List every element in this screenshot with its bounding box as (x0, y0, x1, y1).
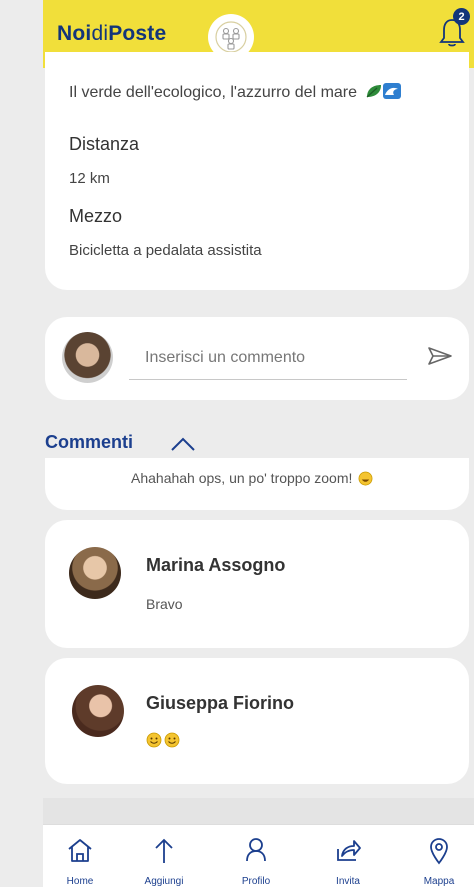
partial-comment-body: Ahahahah ops, un po' troppo zoom! (131, 470, 353, 486)
comment-emoji-content (146, 732, 182, 751)
comment-author-name[interactable]: Giuseppa Fiorino (146, 693, 294, 714)
smiley-emoji-icon (146, 732, 180, 748)
comment-card: Marina Assogno Bravo (45, 520, 469, 648)
comment-placeholder: Inserisci un commento (145, 348, 306, 366)
comment-input-card: Inserisci un commento (45, 317, 469, 400)
nav-item-map[interactable]: Mappa (396, 825, 474, 887)
home-icon (68, 839, 92, 862)
nav-item-home[interactable]: Home (37, 825, 123, 887)
comment-author-name[interactable]: Marina Assogno (146, 555, 285, 576)
comment-author-avatar (69, 547, 121, 599)
activity-tagline: Il verde dell'ecologico, l'azzurro del m… (69, 83, 402, 102)
notification-badge: 2 (453, 8, 470, 25)
brand-name-part3: Poste (108, 22, 167, 45)
comment-card: Giuseppa Fiorino (45, 658, 469, 784)
brand-name-part2: di (91, 22, 109, 45)
arrow-up-icon (155, 838, 173, 863)
map-pin-icon (430, 838, 448, 865)
brand-name-part1: Noi (57, 22, 92, 45)
comment-card-partial: Ahahahah ops, un po' troppo zoom! (45, 458, 469, 510)
comment-text: Bravo (146, 596, 183, 612)
activity-details-card: Il verde dell'ecologico, l'azzurro del m… (45, 52, 469, 290)
nav-label-home: Home (66, 876, 94, 887)
share-icon (337, 840, 361, 861)
nav-item-profile[interactable]: Profilo (213, 825, 299, 887)
tagline-text: Il verde dell'ecologico, l'azzurro del m… (69, 84, 358, 101)
send-icon[interactable] (427, 346, 453, 366)
wave-icon (383, 83, 402, 99)
laughing-emoji-icon (358, 471, 373, 486)
comments-toggle-label[interactable]: Commenti (45, 432, 133, 453)
partial-comment-text: Ahahahah ops, un po' troppo zoom! (131, 470, 373, 486)
brand-logo[interactable]: NoidiPoste (57, 22, 166, 46)
distance-value: 12 km (69, 170, 110, 187)
nav-item-add[interactable]: Aggiungi (121, 825, 207, 887)
nav-label-invite: Invita (336, 876, 360, 887)
nav-label-profile: Profilo (241, 876, 271, 887)
chevron-up-icon[interactable] (170, 436, 196, 452)
nav-item-invite[interactable]: Invita (305, 825, 391, 887)
comment-input[interactable]: Inserisci un commento (129, 336, 407, 380)
comment-author-avatar (72, 685, 124, 737)
vehicle-value: Bicicletta a pedalata assistita (69, 242, 262, 259)
distance-label: Distanza (69, 134, 140, 154)
current-user-avatar (62, 332, 113, 383)
bottom-navigation: Home Aggiungi Profilo Invita Mappa (43, 824, 474, 887)
content-bottom-spacer (43, 798, 474, 824)
nav-label-add: Aggiungi (144, 876, 184, 887)
user-icon (246, 838, 266, 862)
vehicle-label: Mezzo (69, 206, 123, 226)
nav-label-map: Mappa (423, 876, 455, 887)
leaf-icon (367, 85, 382, 98)
